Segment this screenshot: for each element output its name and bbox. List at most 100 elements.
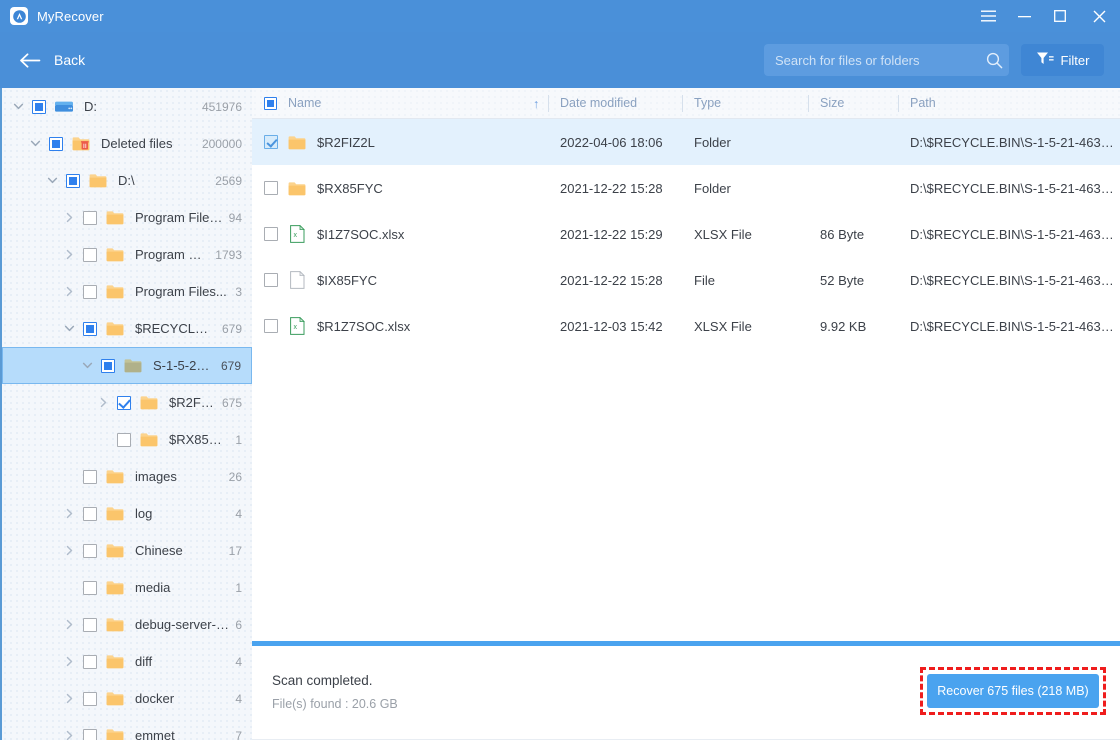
tree-item-media[interactable]: media 1 — [2, 569, 252, 606]
chevron-down-icon[interactable] — [61, 321, 77, 337]
sort-ascending-icon[interactable]: ↑ — [533, 97, 539, 111]
back-button[interactable]: Back — [14, 43, 91, 77]
tree-item-checkbox[interactable] — [49, 136, 63, 151]
tree-item-checkbox[interactable] — [83, 210, 97, 225]
filter-button[interactable]: Filter — [1021, 44, 1104, 76]
chevron-right-icon[interactable] — [61, 728, 77, 740]
chevron-right-icon[interactable] — [61, 506, 77, 522]
tree-item-checkbox[interactable] — [83, 728, 97, 740]
tree-item-d[interactable]: D: 451976 — [2, 88, 252, 125]
search-icon[interactable] — [979, 52, 1009, 69]
row-checkbox[interactable] — [264, 135, 278, 149]
tree-item-program-files[interactable]: Program Files 1793 — [2, 236, 252, 273]
chevron-right-icon[interactable] — [95, 395, 111, 411]
tree-item-count: 675 — [221, 395, 242, 410]
chevron-right-icon[interactable] — [61, 543, 77, 559]
chevron-right-icon[interactable] — [61, 654, 77, 670]
maximize-icon[interactable] — [1042, 0, 1078, 32]
column-header-date-modified[interactable]: Date modified — [548, 88, 682, 119]
tree-item-checkbox[interactable] — [83, 506, 97, 521]
table-row[interactable]: $IX85FYC 2021-12-22 15:28 File 52 Byte D:\$R… — [252, 257, 1120, 303]
chevron-right-icon[interactable] — [61, 210, 77, 226]
tree-item-checkbox[interactable] — [117, 395, 131, 410]
tree-item-program-files[interactable]: Program Files... 94 — [2, 199, 252, 236]
file-name-cell[interactable]: $RX85FYC — [252, 165, 548, 211]
tree-item-count: 451976 — [201, 99, 242, 114]
column-header-type[interactable]: Type — [682, 88, 808, 119]
row-checkbox[interactable] — [264, 273, 278, 287]
table-row[interactable]: $RX85FYC 2021-12-22 15:28 Folder D:\$RECYCL… — [252, 165, 1120, 211]
chevron-down-icon[interactable] — [44, 173, 60, 189]
tree-item-d[interactable]: D:\ 2569 — [2, 162, 252, 199]
recover-button-highlight: Recover 675 files (218 MB) — [920, 667, 1106, 715]
tree-item-checkbox[interactable] — [83, 284, 97, 299]
folder-tree-sidebar[interactable]: D: 451976 Deleted files 200000 D:\ 2569 Progra… — [2, 88, 252, 740]
tree-item-count: 3 — [235, 284, 242, 299]
chevron-down-icon[interactable] — [79, 358, 95, 374]
chevron-down-icon[interactable] — [27, 136, 43, 152]
tree-item-checkbox[interactable] — [83, 617, 97, 632]
tree-item-emmet[interactable]: emmet 7 — [2, 717, 252, 740]
tree-item-images[interactable]: images 26 — [2, 458, 252, 495]
tree-item-recycle-bin[interactable]: $RECYCLE.BIN 679 — [2, 310, 252, 347]
tree-item-program-files[interactable]: Program Files... 3 — [2, 273, 252, 310]
folder-dark-icon — [123, 357, 143, 375]
search-box[interactable] — [764, 44, 1009, 76]
deleted-folder-icon — [71, 135, 91, 153]
file-name-cell[interactable]: $IX85FYC — [252, 257, 548, 303]
file-path-cell-label: D:\$RECYCLE.BIN\S-1-5-21-46306... — [910, 180, 1120, 196]
tree-item-deleted-files[interactable]: Deleted files 200000 — [2, 125, 252, 162]
tree-item-label: D:\ — [118, 173, 135, 188]
tree-item-checkbox[interactable] — [83, 321, 97, 336]
tree-item-checkbox[interactable] — [101, 358, 115, 373]
tree-item-checkbox[interactable] — [83, 654, 97, 669]
folder-icon — [139, 431, 159, 449]
tree-item-checkbox[interactable] — [66, 173, 80, 188]
tree-item-checkbox[interactable] — [83, 247, 97, 262]
tree-item-checkbox[interactable] — [32, 99, 46, 114]
chevron-down-icon[interactable] — [10, 99, 26, 115]
select-all-checkbox[interactable] — [264, 96, 277, 110]
tree-item-diff[interactable]: diff 4 — [2, 643, 252, 680]
column-header-path[interactable]: Path — [898, 88, 1120, 119]
table-row[interactable]: x $R1Z7SOC.xlsx 2021-12-03 15:42 XLSX File 9… — [252, 303, 1120, 349]
tree-item-checkbox[interactable] — [117, 432, 131, 447]
table-row[interactable]: x $I1Z7SOC.xlsx 2021-12-22 15:29 XLSX File 8… — [252, 211, 1120, 257]
row-checkbox[interactable] — [264, 181, 278, 195]
minimize-icon[interactable] — [1006, 0, 1042, 32]
column-header-name[interactable]: Name ↑ — [252, 88, 548, 119]
folder-icon — [105, 246, 125, 264]
file-name-cell[interactable]: x $I1Z7SOC.xlsx — [252, 211, 548, 257]
file-name-cell[interactable]: x $R1Z7SOC.xlsx — [252, 303, 548, 349]
recover-button[interactable]: Recover 675 files (218 MB) — [927, 674, 1099, 708]
search-input[interactable] — [764, 45, 979, 75]
tree-item-checkbox[interactable] — [83, 543, 97, 558]
tree-item-checkbox[interactable] — [83, 580, 97, 595]
tree-item-rx85fyc[interactable]: $RX85FYC 1 — [2, 421, 252, 458]
tree-item-debug-server-re[interactable]: debug-server-re... 6 — [2, 606, 252, 643]
close-icon[interactable] — [1078, 0, 1120, 32]
tree-item-log[interactable]: log 4 — [2, 495, 252, 532]
file-path-cell-label: D:\$RECYCLE.BIN\S-1-5-21-46306... — [910, 226, 1120, 242]
tree-item-checkbox[interactable] — [83, 691, 97, 706]
chevron-right-icon[interactable] — [61, 284, 77, 300]
file-name-label: $IX85FYC — [317, 272, 377, 288]
column-header-size[interactable]: Size — [808, 88, 898, 119]
tree-item-label: D: — [84, 99, 97, 114]
hamburger-menu-icon[interactable] — [970, 0, 1006, 32]
chevron-right-icon[interactable] — [61, 617, 77, 633]
row-checkbox[interactable] — [264, 227, 278, 241]
file-date-cell-label: 2021-12-22 15:28 — [560, 272, 663, 288]
chevron-right-icon[interactable] — [61, 691, 77, 707]
file-name-cell[interactable]: $R2FIZ2L — [252, 119, 548, 165]
row-checkbox[interactable] — [264, 319, 278, 333]
tree-item-checkbox[interactable] — [83, 469, 97, 484]
file-type-cell-label: File — [694, 272, 715, 288]
tree-item-chinese[interactable]: Chinese 17 — [2, 532, 252, 569]
tree-item-r2fiz2l[interactable]: $R2FIZ2L 675 — [2, 384, 252, 421]
tree-item-docker[interactable]: docker 4 — [2, 680, 252, 717]
tree-item-s-1-5-21-46[interactable]: S-1-5-21-46... 679 — [2, 347, 252, 384]
table-row[interactable]: $R2FIZ2L 2022-04-06 18:06 Folder D:\$RECYCL… — [252, 119, 1120, 165]
chevron-right-icon[interactable] — [61, 247, 77, 263]
